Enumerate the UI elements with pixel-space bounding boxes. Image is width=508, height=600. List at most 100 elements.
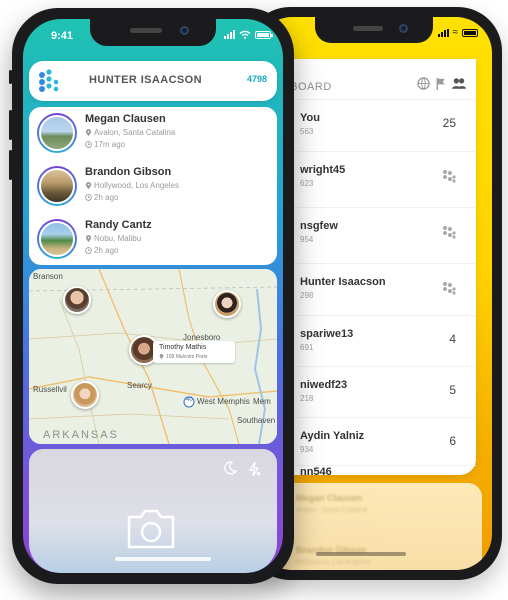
map-label-branson: Branson <box>33 272 63 281</box>
leaderboard-rank: 4 <box>449 332 456 346</box>
friend-list-item[interactable]: Brandon Gibson Hollywood, Los Angeles 2h… <box>29 160 277 213</box>
friend-name: Megan Clausen <box>85 113 166 125</box>
location-pin-icon <box>85 235 92 242</box>
battery-icon <box>462 28 478 37</box>
status-bar: ≈ <box>437 27 478 38</box>
night-mode-icon[interactable] <box>223 461 237 475</box>
leaderboard-name: wright45 <box>300 164 346 176</box>
battery-icon <box>255 30 273 39</box>
friend-time-text: 17m ago <box>94 140 126 149</box>
friend-location-text: Nobu, Malibu <box>94 234 142 243</box>
main-phone: 9:41 HUNTER ISAACSON 4798 Megan Clausen <box>9 8 294 584</box>
friend-list-item[interactable]: Randy Cantz Nobu, Malibu 2h ago <box>29 213 277 266</box>
callout-name: Timothy Mathis <box>159 344 207 351</box>
group-icon <box>443 226 456 239</box>
group-icon <box>443 170 456 183</box>
leaderboard-name: niwedf23 <box>300 379 348 391</box>
blurred-name: Megan Clausen <box>296 493 363 503</box>
user-score: 4798 <box>246 74 267 84</box>
leaderboard-name: spariwe13 <box>300 328 354 340</box>
home-indicator[interactable] <box>115 557 211 561</box>
map-label-southaven: Southaven <box>237 416 276 425</box>
map-avatar-pin[interactable] <box>71 381 99 409</box>
location-pin-icon <box>85 129 92 136</box>
friend-location-text: Hollywood, Los Angeles <box>94 181 179 190</box>
avatar <box>37 219 77 259</box>
friends-list: Megan Clausen Avalon, Santa Catalina 17m… <box>29 107 277 265</box>
phone-notch <box>90 19 216 46</box>
leaderboard-points: 954 <box>300 235 314 244</box>
highway-shield: 40 <box>186 397 193 403</box>
friend-time: 2h ago <box>85 193 118 202</box>
blurred-location: Avalon, Santa Catalina <box>296 507 368 514</box>
group-icon <box>443 282 456 295</box>
status-icons <box>224 30 273 39</box>
map-avatar-pin[interactable] <box>213 290 241 318</box>
friend-name: Brandon Gibson <box>85 166 172 178</box>
map-label-memphis: Mem <box>253 397 271 406</box>
username: HUNTER ISAACSON <box>89 74 202 86</box>
friend-time: 17m ago <box>85 140 125 149</box>
camera-capture-button[interactable] <box>125 507 177 551</box>
volume-down-button <box>9 150 12 180</box>
leaderboard-rank: 5 <box>449 383 456 397</box>
map-label-west-memphis: West Memphis <box>197 397 250 406</box>
map-callout[interactable]: Timothy Mathis 109 Malcolm Ports <box>153 341 235 363</box>
map-label-searcy: Searcy <box>127 381 152 390</box>
friends-map[interactable]: Branson Jonesboro Searcy Russellvil West… <box>29 269 277 444</box>
friend-location: Hollywood, Los Angeles <box>85 181 179 190</box>
leaderboard-points: 563 <box>300 127 314 136</box>
friend-name: Randy Cantz <box>85 219 152 231</box>
leaderboard-name: You <box>300 112 320 124</box>
friend-list-item[interactable]: Megan Clausen Avalon, Santa Catalina 17m… <box>29 107 277 160</box>
signal-icon <box>224 30 235 39</box>
profile-header: HUNTER ISAACSON 4798 <box>29 61 277 101</box>
volume-up-button <box>9 110 12 140</box>
leaderboard-points: 218 <box>300 394 314 403</box>
location-pin-icon <box>159 354 164 359</box>
leaderboard-rank: 25 <box>442 116 456 130</box>
home-indicator[interactable] <box>316 552 406 556</box>
clock-icon <box>85 194 92 201</box>
friend-location-text: Avalon, Santa Catalina <box>94 128 176 137</box>
camera-panel <box>29 449 277 573</box>
blurred-location: Hollywood, Los Angeles <box>296 559 371 566</box>
leaderboard-rank: 6 <box>449 434 456 448</box>
callout-address-text: 109 Malcolm Ports <box>166 354 208 360</box>
app-logo-icon[interactable] <box>37 69 61 93</box>
location-pin-icon <box>85 182 92 189</box>
globe-icon[interactable] <box>417 77 430 90</box>
mute-switch <box>9 70 12 84</box>
status-time: 9:41 <box>51 30 74 42</box>
phone-notch <box>315 17 433 43</box>
flash-off-icon[interactable] <box>247 461 261 477</box>
friends-icon[interactable] <box>452 77 466 90</box>
map-label-state: ARKANSAS <box>43 429 119 441</box>
leaderboard-points: 934 <box>300 445 314 454</box>
map-label-russellville: Russellvil <box>33 385 67 394</box>
wifi-icon: ≈ <box>452 27 459 38</box>
leaderboard-name: Aydin Yalniz <box>300 430 365 442</box>
main-screen: 9:41 HUNTER ISAACSON 4798 Megan Clausen <box>23 19 283 573</box>
wifi-icon <box>239 30 251 39</box>
leaderboard-name: nsgfew <box>300 220 338 232</box>
leaderboard-points: 691 <box>300 343 314 352</box>
leaderboard-name: Hunter Isaacson <box>300 276 386 288</box>
clock-icon <box>85 247 92 254</box>
friend-location: Nobu, Malibu <box>85 234 141 243</box>
friend-time-text: 2h ago <box>94 246 119 255</box>
friend-location: Avalon, Santa Catalina <box>85 128 175 137</box>
leaderboard-filters <box>417 77 466 90</box>
avatar <box>37 113 77 153</box>
leaderboard-points: 298 <box>300 291 314 300</box>
signal-icon <box>437 28 449 37</box>
map-avatar-pin[interactable] <box>63 286 91 314</box>
friend-time-text: 2h ago <box>94 193 119 202</box>
flag-icon[interactable] <box>435 77 447 90</box>
callout-address: 109 Malcolm Ports <box>159 354 207 360</box>
friend-time: 2h ago <box>85 246 118 255</box>
avatar <box>37 166 77 206</box>
leaderboard-points: 623 <box>300 179 314 188</box>
clock-icon <box>85 141 92 148</box>
leaderboard-name: nn546 <box>300 466 332 475</box>
